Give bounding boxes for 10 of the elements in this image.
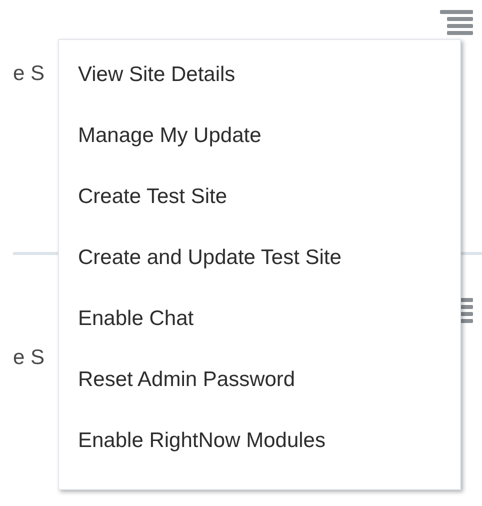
menu-item[interactable]: Reset Admin Password [59, 367, 314, 428]
menu-icon[interactable] [440, 10, 473, 38]
menu-item[interactable]: Create Test Site [59, 184, 246, 245]
menu-item[interactable]: Manage My Update [59, 123, 280, 184]
site-label: e S [13, 62, 45, 86]
menu-item[interactable]: Create and Update Test Site [59, 245, 360, 306]
menu-item[interactable]: View Site Details [59, 62, 254, 123]
menu-item[interactable]: Enable Chat [59, 306, 213, 367]
site-label: e S [13, 346, 45, 370]
menu-item[interactable]: Enable RightNow Modules [59, 428, 344, 489]
